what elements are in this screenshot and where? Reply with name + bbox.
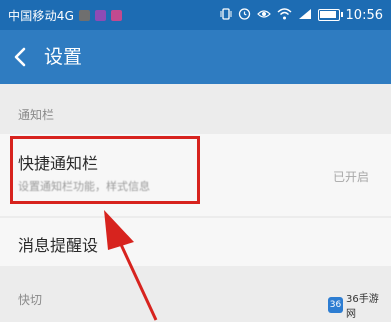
app-notification-icon xyxy=(111,9,123,21)
message-reminder-row[interactable]: 消息提醒设 xyxy=(0,218,391,266)
watermark-text: 36手游网 xyxy=(345,294,379,320)
back-button[interactable] xyxy=(12,30,28,84)
title-bar: 设置 xyxy=(0,30,391,84)
wifi-icon xyxy=(277,7,292,23)
clock: 10:56 xyxy=(345,7,383,23)
status-bar: 中国移动4G 10:56 xyxy=(0,0,391,30)
eye-icon xyxy=(256,8,271,23)
app-notification-icon xyxy=(95,9,107,21)
signal-icon xyxy=(298,8,312,23)
message-reminder-title: 消息提醒设 xyxy=(18,236,99,255)
highlight-box xyxy=(10,136,200,204)
alarm-icon xyxy=(238,7,251,23)
status-left: 中国移动4G xyxy=(8,0,123,30)
vibrate-icon xyxy=(220,7,232,23)
section-header-notify-bar: 通知栏 xyxy=(18,108,55,122)
watermark: 36 36手游网 xyxy=(328,293,386,320)
chevron-left-icon xyxy=(14,47,26,67)
app-notification-icon xyxy=(79,9,91,21)
carrier-label: 中国移动4G xyxy=(8,8,75,23)
section-header-shortcut: 快切 xyxy=(18,293,43,307)
page-title: 设置 xyxy=(44,46,83,68)
status-right: 10:56 xyxy=(220,0,383,30)
quick-notify-status: 已开启 xyxy=(332,170,369,184)
watermark-logo: 36 xyxy=(328,297,343,313)
battery-icon xyxy=(317,9,343,21)
